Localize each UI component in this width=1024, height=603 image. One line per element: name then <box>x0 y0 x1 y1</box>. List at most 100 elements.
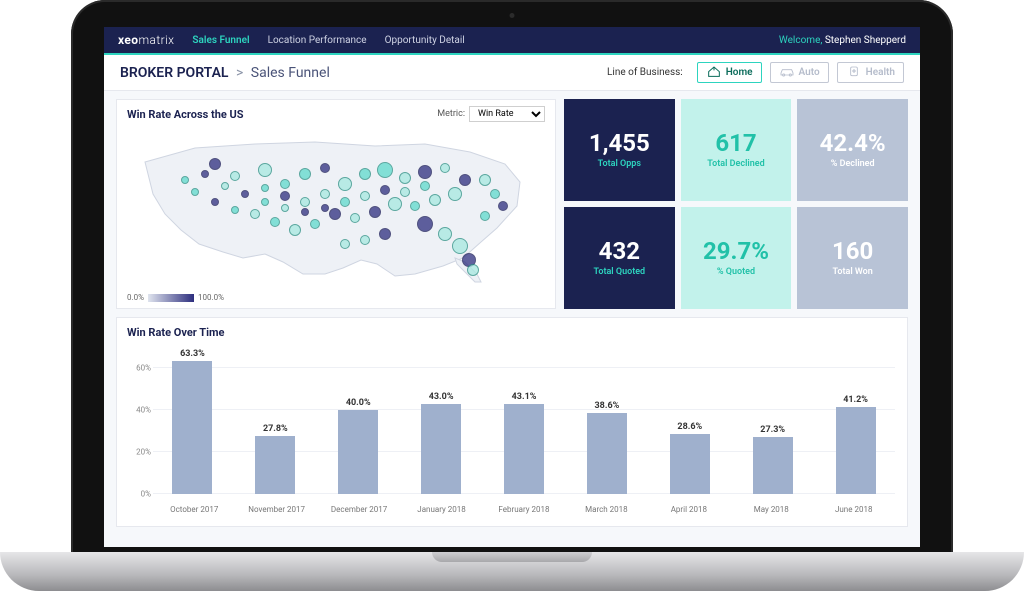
breadcrumb-root: BROKER PORTAL <box>120 65 229 81</box>
map-dot[interactable] <box>270 217 280 227</box>
map-dot[interactable] <box>410 201 420 211</box>
nav-link-opportunity-detail[interactable]: Opportunity Detail <box>385 35 465 46</box>
map-dot[interactable] <box>250 209 260 219</box>
map-dot[interactable] <box>281 204 289 212</box>
map-dot[interactable] <box>350 213 360 223</box>
metric-control: Metric: Win Rate <box>437 106 545 122</box>
bar <box>587 413 627 494</box>
map-dot[interactable] <box>452 238 468 254</box>
bar-value-label: 28.6% <box>677 422 702 432</box>
map-dot[interactable] <box>299 168 311 180</box>
map-dot[interactable] <box>479 174 491 186</box>
nav-link-location-performance[interactable]: Location Performance <box>268 35 367 46</box>
map-dot[interactable] <box>399 172 411 184</box>
map-dot[interactable] <box>201 170 209 178</box>
laptop-bezel: xeomatrix Sales FunnelLocation Performan… <box>71 0 953 560</box>
map-dot[interactable] <box>258 163 272 177</box>
lob-label-text: Home <box>726 67 753 78</box>
map-dot[interactable] <box>261 184 269 192</box>
laptop-notch <box>432 552 592 562</box>
map-dot[interactable] <box>310 219 320 229</box>
bar-value-label: 41.2% <box>843 395 868 405</box>
bar-column[interactable]: 27.3% <box>733 425 812 494</box>
map-dot[interactable] <box>338 177 352 191</box>
bar-column[interactable]: 63.3% <box>153 349 232 494</box>
bar-column[interactable]: 28.6% <box>650 422 729 494</box>
x-tick: April 2018 <box>648 505 730 514</box>
y-tick: 60% <box>136 364 151 373</box>
map-panel: Win Rate Across the US Metric: Win Rate <box>116 99 556 309</box>
map-dot[interactable] <box>209 158 221 170</box>
bar-column[interactable]: 40.0% <box>319 398 398 494</box>
map-dot[interactable] <box>301 208 309 216</box>
map-dot[interactable] <box>498 201 508 211</box>
bar <box>753 437 793 494</box>
bar-chart[interactable]: 0%20%40%60% 63.3%27.8%40.0%43.0%43.1%38.… <box>117 343 907 518</box>
map-dot[interactable] <box>360 235 370 245</box>
map-dot[interactable] <box>241 190 249 198</box>
map-dot[interactable] <box>440 163 450 173</box>
map-dot[interactable] <box>480 211 490 221</box>
map-dot[interactable] <box>438 227 452 241</box>
map-dot[interactable] <box>360 191 370 201</box>
map-dot[interactable] <box>211 198 219 206</box>
map-dot[interactable] <box>280 191 290 201</box>
breadcrumb-sep: > <box>236 65 243 81</box>
lob-home[interactable]: Home <box>697 62 762 83</box>
map-dot[interactable] <box>417 216 433 232</box>
map-dot[interactable] <box>340 197 350 207</box>
map-dot[interactable] <box>320 163 330 173</box>
x-tick: February 2018 <box>483 505 565 514</box>
map-dot[interactable] <box>221 182 229 190</box>
bar-column[interactable]: 41.2% <box>816 395 895 494</box>
bar-column[interactable]: 38.6% <box>567 401 646 494</box>
map-dot[interactable] <box>329 208 341 220</box>
map-dot[interactable] <box>321 204 329 212</box>
map-legend: 0.0% 100.0% <box>127 293 224 302</box>
map-dot[interactable] <box>380 185 390 195</box>
map-dot[interactable] <box>490 189 500 199</box>
page-header: BROKER PORTAL > Sales Funnel Line of Bus… <box>104 55 920 91</box>
bar-value-label: 27.3% <box>760 425 785 435</box>
map-dot[interactable] <box>388 197 402 211</box>
metric-value: 432 <box>599 239 640 263</box>
map-dot[interactable] <box>230 171 240 181</box>
x-axis-labels: October 2017November 2017December 2017Ja… <box>153 505 895 514</box>
map-dot[interactable] <box>448 187 462 201</box>
map-dot[interactable] <box>400 187 410 197</box>
metric-select[interactable]: Win Rate <box>469 106 545 122</box>
bar-column[interactable]: 43.0% <box>402 392 481 494</box>
bar-column[interactable]: 43.1% <box>485 392 564 495</box>
map-dot[interactable] <box>467 264 479 276</box>
map-dot[interactable] <box>379 228 391 240</box>
map-dot[interactable] <box>289 224 301 236</box>
map-dot[interactable] <box>181 176 189 184</box>
map-dot[interactable] <box>231 206 239 214</box>
lob-health[interactable]: Health <box>837 62 904 83</box>
top-navbar: xeomatrix Sales FunnelLocation Performan… <box>104 27 920 55</box>
bars: 63.3%27.8%40.0%43.0%43.1%38.6% 28.6% 27.3%… <box>153 347 895 494</box>
map-dot[interactable] <box>300 197 310 207</box>
welcome-prefix: Welcome, <box>779 35 825 46</box>
map-dot[interactable] <box>420 181 430 191</box>
map-dot[interactable] <box>459 174 471 186</box>
map-dot[interactable] <box>359 168 371 180</box>
map-dot[interactable] <box>280 179 290 189</box>
map-dot[interactable] <box>320 189 330 199</box>
map-dot[interactable] <box>369 206 381 218</box>
map-dot[interactable] <box>429 194 441 206</box>
bar-column[interactable]: 27.8% <box>236 424 315 494</box>
map-dot[interactable] <box>261 198 269 206</box>
lob-auto[interactable]: Auto <box>770 62 829 83</box>
laptop-frame: xeomatrix Sales FunnelLocation Performan… <box>0 0 1024 603</box>
map-dot[interactable] <box>377 162 393 178</box>
map-dot[interactable] <box>191 188 199 196</box>
map-dot[interactable] <box>418 165 432 179</box>
metric-card-total-opps: 1,455Total Opps <box>564 99 675 201</box>
lob-label: Line of Business: <box>607 67 683 78</box>
us-map[interactable] <box>125 124 545 284</box>
map-dot[interactable] <box>340 239 350 249</box>
nav-link-sales-funnel[interactable]: Sales Funnel <box>192 35 249 46</box>
bar <box>836 407 876 494</box>
breadcrumb-leaf: Sales Funnel <box>251 65 330 81</box>
